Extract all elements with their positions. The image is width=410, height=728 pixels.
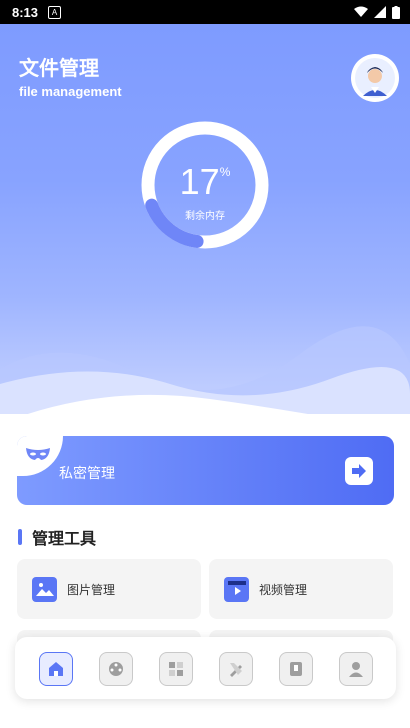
tool-card-videos[interactable]: 视频管理 (209, 559, 393, 619)
gauge-unit: % (219, 165, 231, 179)
grid-icon (169, 662, 183, 676)
battery-icon (392, 5, 400, 19)
tool-card-images[interactable]: 图片管理 (17, 559, 201, 619)
tools-icon (230, 663, 242, 677)
home-icon (49, 662, 63, 676)
wave-decoration (0, 326, 410, 414)
nav-grid[interactable] (159, 652, 193, 686)
page-title: 文件管理 (19, 58, 99, 80)
status-time: 8:13 (12, 4, 39, 20)
nav-documents[interactable] (279, 652, 313, 686)
enter-button[interactable] (345, 457, 373, 485)
page-subtitle: file management (19, 84, 122, 99)
user-avatar-icon (355, 58, 395, 98)
storage-gauge: 17% 剩余内存 (141, 121, 269, 249)
gauge-value: 17% (141, 161, 269, 203)
document-icon (290, 662, 302, 676)
mask-icon (26, 448, 50, 460)
gauge-label: 剩余内存 (185, 211, 225, 222)
notification-icon: A (48, 5, 62, 19)
film-reel-icon (109, 662, 123, 676)
arrow-right-icon (352, 464, 366, 478)
video-icon (224, 576, 249, 602)
private-management-card[interactable]: 私密管理 (17, 436, 394, 505)
tool-label: 视频管理 (259, 582, 308, 597)
section-bar (18, 529, 22, 545)
status-bar: 8:13 A (0, 0, 410, 24)
wifi-icon (354, 6, 368, 17)
nav-profile[interactable] (339, 652, 373, 686)
user-icon (349, 662, 363, 677)
tool-label: 图片管理 (67, 582, 116, 597)
nav-tools[interactable] (219, 652, 253, 686)
gauge-number: 17 (179, 161, 220, 202)
section-header: 管理工具 (18, 526, 96, 548)
signal-icon (374, 6, 386, 18)
section-title: 管理工具 (32, 531, 97, 548)
avatar[interactable] (351, 54, 399, 102)
nav-media[interactable] (99, 652, 133, 686)
header: 文件管理 file management 17% 剩余内存 (0, 24, 410, 414)
image-icon (32, 576, 57, 602)
private-management-label: 私密管理 (59, 465, 115, 481)
bottom-nav (15, 637, 396, 699)
nav-home[interactable] (39, 652, 73, 686)
